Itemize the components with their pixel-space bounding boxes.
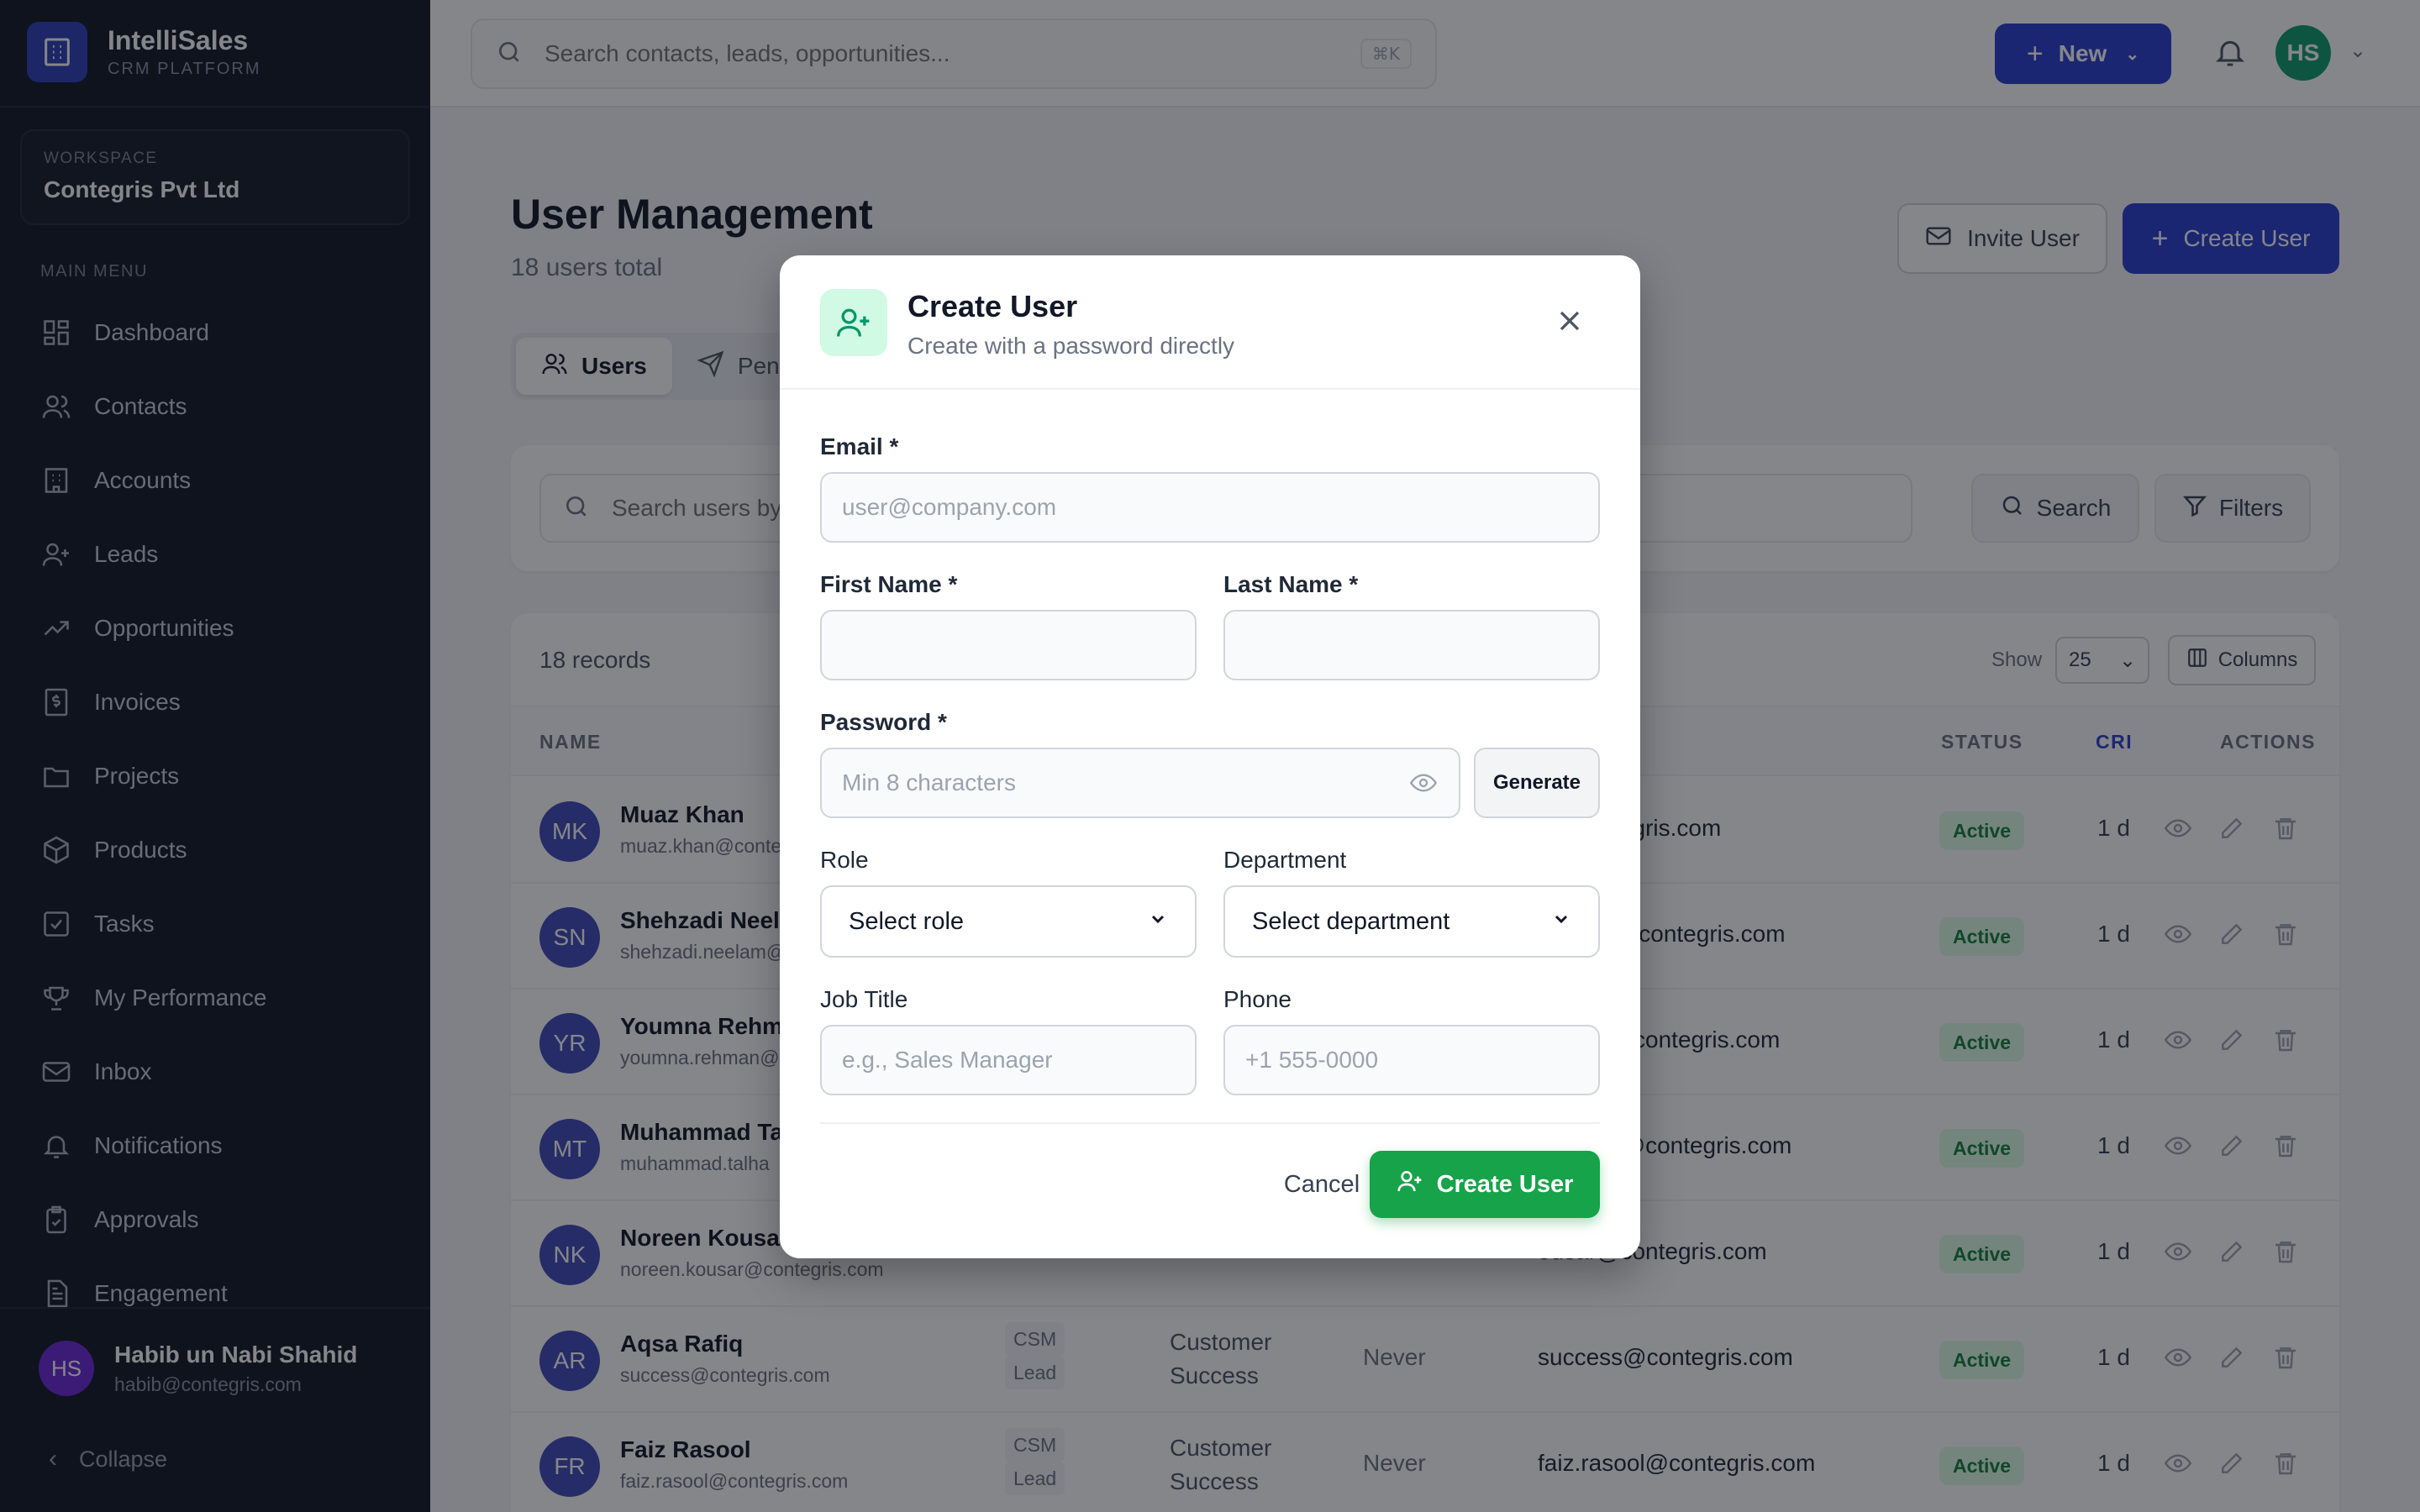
- user-plus-icon: [1397, 1168, 1423, 1201]
- last-name-label: Last Name *: [1223, 571, 1359, 597]
- create-user-submit-button[interactable]: Create User: [1370, 1151, 1600, 1218]
- email-label: Email *: [820, 433, 899, 459]
- password-label: Password *: [820, 709, 947, 735]
- generate-password-button[interactable]: Generate: [1474, 748, 1600, 818]
- phone-label: Phone: [1223, 986, 1292, 1012]
- department-select[interactable]: Select department: [1223, 885, 1600, 958]
- eye-icon[interactable]: [1409, 769, 1439, 798]
- modal-footer-divider: [820, 1122, 1600, 1124]
- modal-header: Create User Create with a password direc…: [780, 255, 1640, 390]
- email-field[interactable]: [820, 472, 1600, 543]
- phone-field[interactable]: [1223, 1025, 1600, 1095]
- create-user-modal: Create User Create with a password direc…: [780, 255, 1640, 1258]
- role-select-value: Select role: [849, 907, 965, 935]
- role-select[interactable]: Select role: [820, 885, 1197, 958]
- last-name-field[interactable]: [1223, 610, 1600, 680]
- modal-title: Create User: [908, 289, 1078, 323]
- first-name-field[interactable]: [820, 610, 1197, 680]
- department-label: Department: [1223, 847, 1347, 873]
- first-name-label: First Name *: [820, 571, 958, 597]
- close-icon[interactable]: [1553, 304, 1591, 343]
- user-plus-icon: [820, 289, 887, 356]
- submit-label: Create User: [1436, 1170, 1574, 1198]
- chevron-down-icon: [1148, 908, 1168, 936]
- password-field[interactable]: [820, 748, 1460, 818]
- modal-subtitle: Create with a password directly: [908, 333, 1235, 359]
- chevron-down-icon: [1551, 908, 1571, 936]
- department-select-value: Select department: [1252, 907, 1450, 935]
- cancel-button[interactable]: Cancel: [1259, 1151, 1385, 1218]
- job-title-label: Job Title: [820, 986, 908, 1012]
- job-title-field[interactable]: [820, 1025, 1197, 1095]
- role-label: Role: [820, 847, 869, 873]
